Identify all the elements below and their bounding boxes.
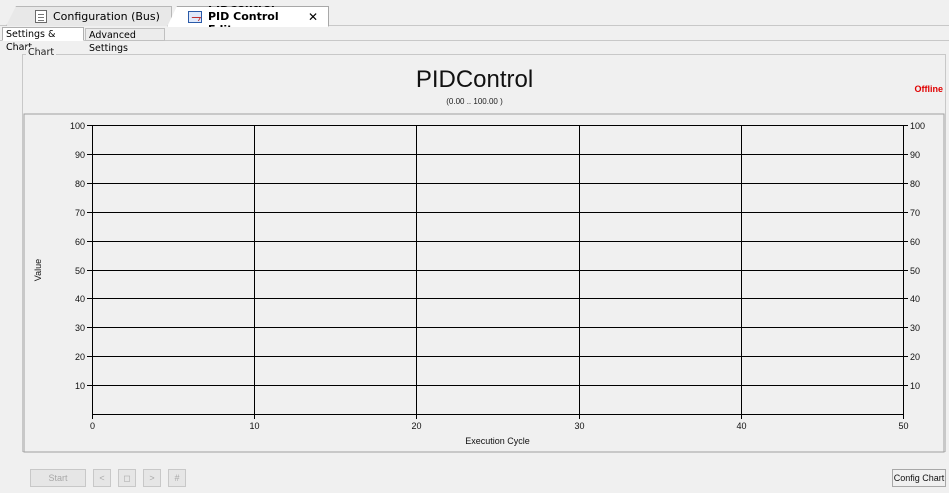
step-forward-button[interactable]: > xyxy=(143,469,161,487)
x-tick-label: 20 xyxy=(411,421,421,431)
y-tick-label-left: 80 xyxy=(75,179,85,189)
y-tick-label-right: 70 xyxy=(910,208,920,218)
y-tick-label-right: 50 xyxy=(910,266,920,276)
x-tick-label: 10 xyxy=(249,421,259,431)
y-tick-label-left: 20 xyxy=(75,352,85,362)
y-tick-label-left: 40 xyxy=(75,294,85,304)
chart-plot: 10 1020 2030 3040 4050 5060 6070 7080 8090 90100 1… xyxy=(23,113,945,453)
y-tick-label-right: 10 xyxy=(910,381,920,391)
y-tick-label-right: 90 xyxy=(910,150,920,160)
y-tick-label-left: 90 xyxy=(75,150,85,160)
plot-frame xyxy=(23,113,945,453)
pid-editor-window: Configuration (Bus) PIDControl - PID Con… xyxy=(0,0,949,493)
y-tick-label-left: 10 xyxy=(75,381,85,391)
y-tick-label-left: 100 xyxy=(70,121,85,131)
reset-button[interactable]: # xyxy=(168,469,186,487)
x-tick-label: 50 xyxy=(898,421,908,431)
y-tick-label-left: 70 xyxy=(75,208,85,218)
x-tick-label: 0 xyxy=(90,421,95,431)
y-tick-label-left: 50 xyxy=(75,266,85,276)
y-tick-label-right: 60 xyxy=(910,237,920,247)
y-tick-label-right: 80 xyxy=(910,179,920,189)
stop-button[interactable]: ◻ xyxy=(118,469,136,487)
y-tick-label-left: 60 xyxy=(75,237,85,247)
y-tick-label-right: 100 xyxy=(910,121,925,131)
y-tick-label-right: 30 xyxy=(910,323,920,333)
step-back-button[interactable]: < xyxy=(93,469,111,487)
x-tick-label: 30 xyxy=(574,421,584,431)
y-tick-label-right: 20 xyxy=(910,352,920,362)
start-button[interactable]: Start xyxy=(30,469,86,487)
x-axis-label: Execution Cycle xyxy=(465,436,530,446)
y-tick-label-left: 30 xyxy=(75,323,85,333)
config-chart-button[interactable]: Config Chart xyxy=(892,469,946,487)
x-tick-label: 40 xyxy=(736,421,746,431)
y-tick-label-right: 40 xyxy=(910,294,920,304)
y-axis-label: Value xyxy=(33,259,43,281)
